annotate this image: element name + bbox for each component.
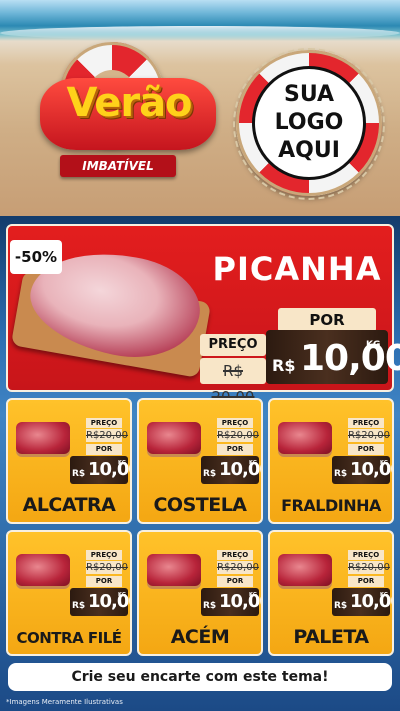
old-price: R$20,00 [86, 561, 128, 574]
preco-label: PREÇO [86, 418, 122, 428]
featured-old-price: R$ 20,00 [200, 358, 266, 406]
unit: KG [118, 460, 126, 466]
por-label: POR [86, 576, 122, 587]
por-label: POR [217, 576, 253, 587]
product-card-fraldinha[interactable]: PREÇO R$20,00 POR R$ 10,00 KG FRALDINHA [268, 398, 394, 524]
currency: R$ [203, 601, 217, 611]
old-price: R$20,00 [217, 561, 259, 574]
featured-currency: R$ [272, 356, 296, 375]
preco-label: PREÇO [348, 550, 384, 560]
preco-label: PREÇO [86, 550, 122, 560]
meat-image [147, 554, 201, 586]
por-label: POR [348, 444, 384, 455]
old-price: R$20,00 [86, 429, 128, 442]
footnote: *Imagens Meramente Ilustrativas [6, 698, 123, 706]
product-name: ACÉM [170, 626, 230, 648]
brand-title: Verão [66, 80, 192, 126]
preco-label: PREÇO [348, 418, 384, 428]
currency: R$ [334, 601, 348, 611]
currency: R$ [203, 469, 217, 479]
unit: KG [249, 460, 257, 466]
cta-banner[interactable]: Crie seu encarte com este tema! [8, 663, 392, 691]
meat-image [278, 422, 332, 454]
product-name: ALCATRA [22, 494, 116, 516]
product-name: FRALDINHA [281, 496, 381, 515]
featured-por-label: POR [278, 308, 376, 332]
preco-label: PREÇO [217, 550, 253, 560]
old-price: R$20,00 [348, 561, 390, 574]
meat-image [16, 554, 70, 586]
product-card-costela[interactable]: PREÇO R$20,00 POR R$ 10,00 KG COSTELA [137, 398, 263, 524]
featured-product-name: PICANHA [212, 250, 382, 288]
product-card-contra-file[interactable]: PREÇO R$20,00 POR R$ 10,00 KG CONTRA FIL… [6, 530, 132, 656]
unit: KG [380, 592, 388, 598]
por-label: POR [86, 444, 122, 455]
discount-badge: -50% [10, 240, 62, 274]
rope-decoration [233, 48, 385, 200]
old-price: R$20,00 [217, 429, 259, 442]
unit: KG [118, 592, 126, 598]
product-name: PALETA [293, 626, 369, 648]
brand-subtitle: IMBATÍVEL [60, 155, 176, 177]
currency: R$ [72, 601, 86, 611]
por-label: POR [348, 576, 384, 587]
meat-image [16, 422, 70, 454]
old-price: R$20,00 [348, 429, 390, 442]
featured-new-price: 10,00 [300, 338, 400, 379]
product-card-paleta[interactable]: PREÇO R$20,00 POR R$ 10,00 KG PALETA [268, 530, 394, 656]
featured-unit: KG [366, 340, 381, 350]
product-card-alcatra[interactable]: PREÇO R$20,00 POR R$ 10,00 KG ALCATRA [6, 398, 132, 524]
currency: R$ [334, 469, 348, 479]
por-label: POR [217, 444, 253, 455]
preco-label: PREÇO [217, 418, 253, 428]
featured-preco-label: PREÇO [200, 334, 266, 356]
currency: R$ [72, 469, 86, 479]
product-name: CONTRA FILÉ [16, 629, 122, 647]
meat-image [278, 554, 332, 586]
product-name: COSTELA [153, 494, 247, 516]
sea-wave [0, 26, 400, 40]
unit: KG [249, 592, 257, 598]
product-card-acem[interactable]: PREÇO R$20,00 POR R$ 10,00 KG ACÉM [137, 530, 263, 656]
meat-image [147, 422, 201, 454]
unit: KG [380, 460, 388, 466]
